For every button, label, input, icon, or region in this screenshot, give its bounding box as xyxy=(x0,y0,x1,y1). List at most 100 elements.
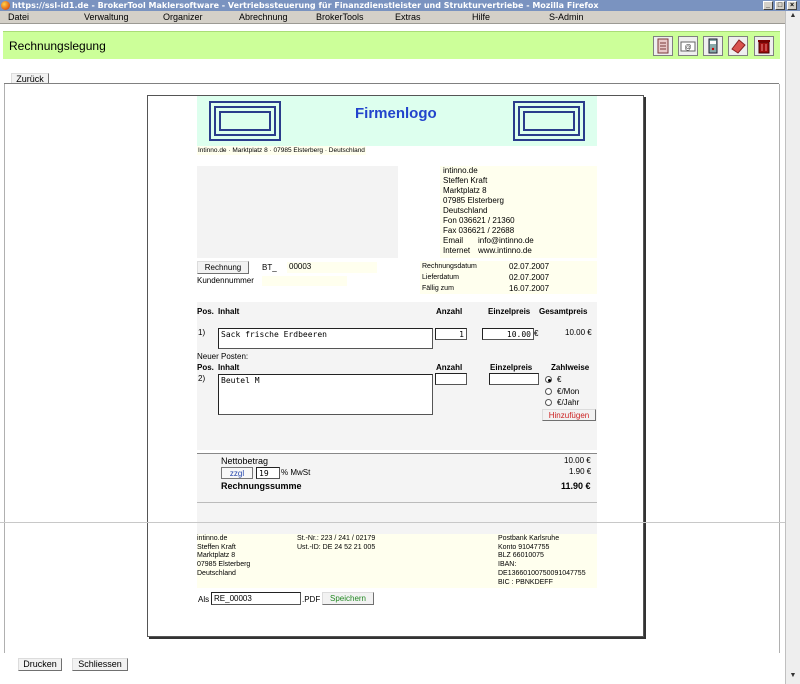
item-unit-price-field[interactable]: 10.00 xyxy=(482,328,534,340)
filename-field[interactable]: RE_00003 xyxy=(211,592,301,605)
footer-line: intinno.de xyxy=(197,535,228,542)
footer-line: Ust.-ID: DE 24 52 21 005 xyxy=(297,543,376,551)
footer-line: BIC : PBNKDEFF xyxy=(498,578,553,586)
new-item-label: Neuer Posten: xyxy=(197,352,249,361)
contact-line: intinno.de xyxy=(443,166,478,175)
sender-line: Intinno.de · Marktplatz 8 · 07985 Elster… xyxy=(197,146,366,155)
net-amount-value: 10.00 € xyxy=(564,456,591,465)
scroll-up-icon[interactable]: ▲ xyxy=(788,12,798,20)
menu-hilfe[interactable]: Hilfe xyxy=(472,11,490,24)
item-content-field[interactable]: Sack frische Erdbeeren xyxy=(218,328,433,349)
logo-frame-right xyxy=(513,101,585,141)
invoice-date-value[interactable]: 02.07.2007 xyxy=(509,262,549,271)
col-pos-header: Pos. xyxy=(197,307,214,316)
col-pos-header: Pos. xyxy=(197,363,214,372)
totals-divider xyxy=(197,453,597,454)
contact-line: Fon 036621 / 21360 xyxy=(443,216,515,225)
customer-number-label: Kundennummer xyxy=(197,276,254,285)
contact-internet: Internet www.intinno.de xyxy=(443,246,594,256)
add-item-button[interactable]: Hinzufügen xyxy=(542,409,596,421)
window-title-bar: https://ssl-id1.de - BrokerTool Maklerso… xyxy=(0,0,800,11)
logo-frame-left xyxy=(209,101,281,141)
maximize-icon[interactable]: □ xyxy=(775,1,785,10)
close-icon[interactable]: × xyxy=(787,1,797,10)
item-currency: € xyxy=(534,329,539,338)
new-item-qty-field[interactable] xyxy=(435,373,467,385)
menu-bar: Datei Verwaltung Organizer Abrechnung Br… xyxy=(0,11,800,24)
minimize-icon[interactable]: _ xyxy=(763,1,773,10)
contact-line: 07985 Elsterberg xyxy=(443,196,504,205)
col-total-header: Gesamtpreis xyxy=(539,307,588,316)
window-title: https://ssl-id1.de - BrokerTool Maklerso… xyxy=(12,1,599,10)
footer-line: IBAN: xyxy=(498,561,517,569)
email-icon[interactable]: @ xyxy=(678,36,698,56)
payment-option-label: € xyxy=(557,375,562,384)
menu-brokertools[interactable]: BrokerTools xyxy=(316,11,364,24)
vertical-scrollbar[interactable]: ▲ ▼ xyxy=(785,11,800,684)
menu-verwaltung[interactable]: Verwaltung xyxy=(84,11,129,24)
close-button[interactable]: Schliessen xyxy=(72,658,128,671)
col-qty-header: Anzahl xyxy=(436,363,463,372)
company-logo-text: Firmenlogo xyxy=(355,105,437,122)
col-content-header: Inhalt xyxy=(218,363,240,372)
footer-line: 07985 Elsterberg xyxy=(197,561,251,569)
footer-tax: St.-Nr.: 223 / 241 / 02179 Ust.-ID: DE 2… xyxy=(297,535,375,552)
col-qty-header: Anzahl xyxy=(436,307,463,316)
trash-icon[interactable] xyxy=(754,36,774,56)
new-item-content-field[interactable]: Beutel M xyxy=(218,374,433,415)
footer-line: Postbank Karlsruhe xyxy=(498,535,560,542)
print-button[interactable]: Drucken xyxy=(18,658,62,671)
recipient-address-box[interactable] xyxy=(197,166,398,258)
payment-option-label: €/Mon xyxy=(557,387,580,396)
contact-email: Email info@intinno.de xyxy=(443,236,594,246)
payment-option-label: €/Jahr xyxy=(557,398,580,407)
menu-extras[interactable]: Extras xyxy=(395,11,421,24)
col-unit-price-header: Einzelpreis xyxy=(490,363,533,372)
document-icon[interactable] xyxy=(653,36,673,56)
document-type-button[interactable]: Rechnung xyxy=(197,261,249,274)
page-break-line xyxy=(0,522,785,523)
menu-s-admin[interactable]: S-Admin xyxy=(549,11,584,24)
new-item-pos: 2) xyxy=(198,374,206,383)
item-qty-field[interactable]: 1 xyxy=(435,328,467,340)
payment-radio-yearly[interactable] xyxy=(545,399,552,406)
svg-text:@: @ xyxy=(684,45,691,52)
footer-line: Deutschland xyxy=(197,569,236,577)
footer-line: Marktplatz 8 xyxy=(197,552,236,560)
contact-line: Fax 036621 / 22688 xyxy=(443,226,515,235)
page-title: Rechnungslegung xyxy=(9,39,106,53)
col-content-header: Inhalt xyxy=(218,307,240,316)
delivery-date-label: Lieferdatum xyxy=(422,274,459,281)
file-extension: .PDF xyxy=(302,595,321,604)
footer-line: Steffen Kraft xyxy=(197,543,236,551)
eraser-icon[interactable] xyxy=(728,36,748,56)
new-item-unit-price-field[interactable] xyxy=(489,373,539,385)
vat-amount-value: 1.90 € xyxy=(569,467,592,476)
delivery-date-value[interactable]: 02.07.2007 xyxy=(509,273,549,282)
payment-radio-once[interactable] xyxy=(545,376,552,383)
footer-line: Konto 91047755 xyxy=(498,543,550,551)
menu-datei[interactable]: Datei xyxy=(8,11,29,24)
email-value: info@intinno.de xyxy=(478,236,534,245)
due-date-label: Fällig zum xyxy=(422,285,454,292)
scroll-down-icon[interactable]: ▼ xyxy=(788,672,798,680)
menu-abrechnung[interactable]: Abrechnung xyxy=(239,11,288,24)
vat-suffix: % MwSt xyxy=(281,468,311,477)
vat-rate-field[interactable]: 19 xyxy=(256,467,280,479)
col-unit-price-header: Einzelpreis xyxy=(488,307,531,316)
invoice-number-prefix: BT_ xyxy=(262,263,277,272)
internet-value: www.intinno.de xyxy=(478,246,532,255)
invoice-number-field[interactable]: 00003 xyxy=(287,262,377,273)
save-as-label: Als xyxy=(198,595,210,604)
due-date-value[interactable]: 16.07.2007 xyxy=(509,284,549,293)
payment-radio-monthly[interactable] xyxy=(545,388,552,395)
save-button[interactable]: Speichern xyxy=(322,592,374,605)
server-icon[interactable] xyxy=(703,36,723,56)
net-amount-label: Nettobetrag xyxy=(221,456,269,466)
vat-toggle-button[interactable]: zzgl xyxy=(221,467,253,479)
footer-line: St.-Nr.: 223 / 241 / 02179 xyxy=(297,535,376,542)
menu-organizer[interactable]: Organizer xyxy=(163,11,203,24)
contact-line: Deutschland xyxy=(443,206,488,215)
col-payment-header: Zahlweise xyxy=(551,363,590,372)
customer-number-field[interactable] xyxy=(262,276,347,286)
